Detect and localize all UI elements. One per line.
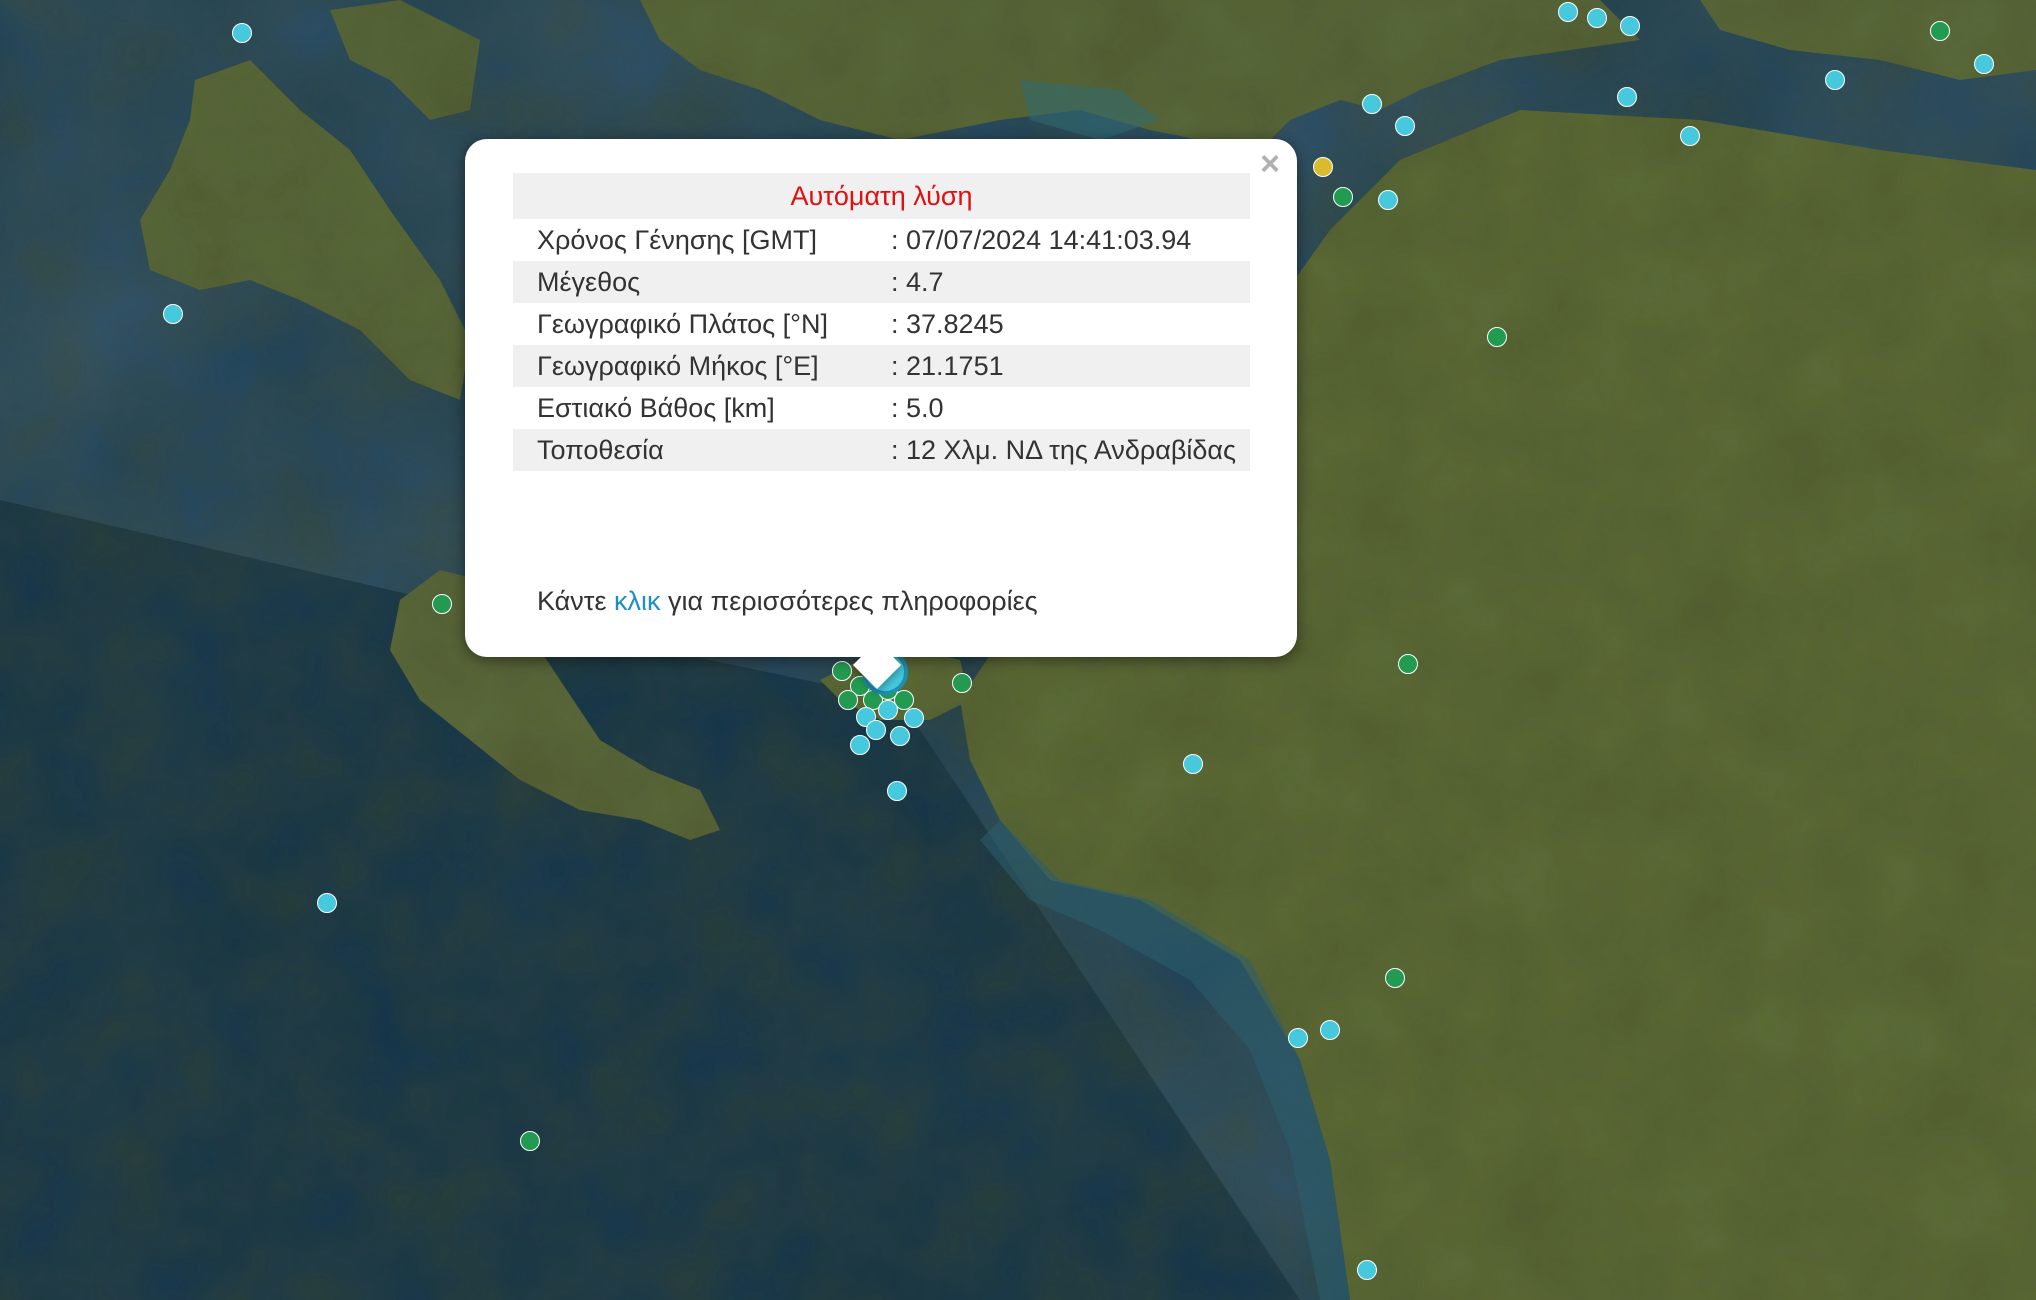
earthquake-marker[interactable] [904,708,924,728]
earthquake-marker[interactable] [850,735,870,755]
earthquake-marker[interactable] [1183,754,1203,774]
earthquake-marker[interactable] [1288,1028,1308,1048]
magnitude-label: Μέγεθος [513,261,867,303]
earthquake-marker[interactable] [1333,187,1353,207]
earthquake-marker[interactable] [1558,2,1578,22]
earthquake-marker[interactable] [890,726,910,746]
earthquake-marker[interactable] [1620,16,1640,36]
earthquake-marker[interactable] [520,1131,540,1151]
latitude-value: : 37.8245 [891,309,1004,339]
earthquake-marker[interactable] [952,673,972,693]
earthquake-marker[interactable] [866,720,886,740]
longitude-label: Γεωγραφικό Μήκος [°E] [513,345,867,387]
earthquake-marker[interactable] [1357,1260,1377,1280]
earthquake-marker[interactable] [887,781,907,801]
info-row-magnitude: Μέγεθος : 4.7 [513,261,1250,303]
earthquake-marker[interactable] [838,690,858,710]
magnitude-value: : 4.7 [867,261,1250,303]
info-row-location: Τοποθεσία : 12 Χλμ. ΝΔ της Ανδραβίδας [513,429,1250,471]
earthquake-marker[interactable] [1974,54,1994,74]
earthquake-marker[interactable] [878,700,898,720]
earthquake-marker[interactable] [1313,157,1333,177]
earthquake-marker[interactable] [832,661,852,681]
earthquake-info-table: Αυτόματη λύση Χρόνος Γένησης [GMT] : 07/… [513,173,1250,471]
location-label: Τοποθεσία [513,429,867,471]
close-icon[interactable]: × [1256,147,1284,181]
origin-time-value: : 07/07/2024 14:41:03.94 [891,225,1192,255]
earthquake-marker[interactable] [1680,126,1700,146]
more-info-link[interactable]: κλικ [614,586,661,616]
earthquake-marker[interactable] [1398,654,1418,674]
solution-type-header: Αυτόματη λύση [513,173,1250,219]
earthquake-marker[interactable] [432,594,452,614]
info-row-latitude: Γεωγραφικό Πλάτος [°N] : 37.8245 [513,303,1250,345]
location-value: : 12 Χλμ. ΝΔ της Ανδραβίδας [867,429,1250,471]
more-info-suffix: για περισσότερες πληροφορίες [660,586,1038,616]
info-header-row: Αυτόματη λύση [513,173,1250,219]
earthquake-marker[interactable] [1395,116,1415,136]
earthquake-marker[interactable] [1378,190,1398,210]
earthquake-marker[interactable] [1617,87,1637,107]
earthquake-marker[interactable] [1825,70,1845,90]
depth-label: Εστιακό Βάθος [km] [537,393,775,423]
latitude-label: Γεωγραφικό Πλάτος [°N] [537,309,828,339]
more-info-prefix: Κάντε [537,586,614,616]
earthquake-marker[interactable] [1320,1020,1340,1040]
info-row-longitude: Γεωγραφικό Μήκος [°E] : 21.1751 [513,345,1250,387]
earthquake-marker[interactable] [1362,94,1382,114]
more-info-text: Κάντε κλικ για περισσότερες πληροφορίες [537,582,1038,620]
earthquake-marker[interactable] [1930,21,1950,41]
info-row-origin-time: Χρόνος Γένησης [GMT] : 07/07/2024 14:41:… [513,219,1250,261]
depth-value: : 5.0 [891,393,944,423]
info-row-depth: Εστιακό Βάθος [km] : 5.0 [513,387,1250,429]
earthquake-marker[interactable] [163,304,183,324]
earthquake-marker[interactable] [1487,327,1507,347]
earthquake-marker[interactable] [232,23,252,43]
origin-time-label: Χρόνος Γένησης [GMT] [537,225,818,255]
earthquake-marker[interactable] [1385,968,1405,988]
longitude-value: : 21.1751 [867,345,1250,387]
earthquake-marker[interactable] [1587,8,1607,28]
earthquake-marker[interactable] [317,893,337,913]
